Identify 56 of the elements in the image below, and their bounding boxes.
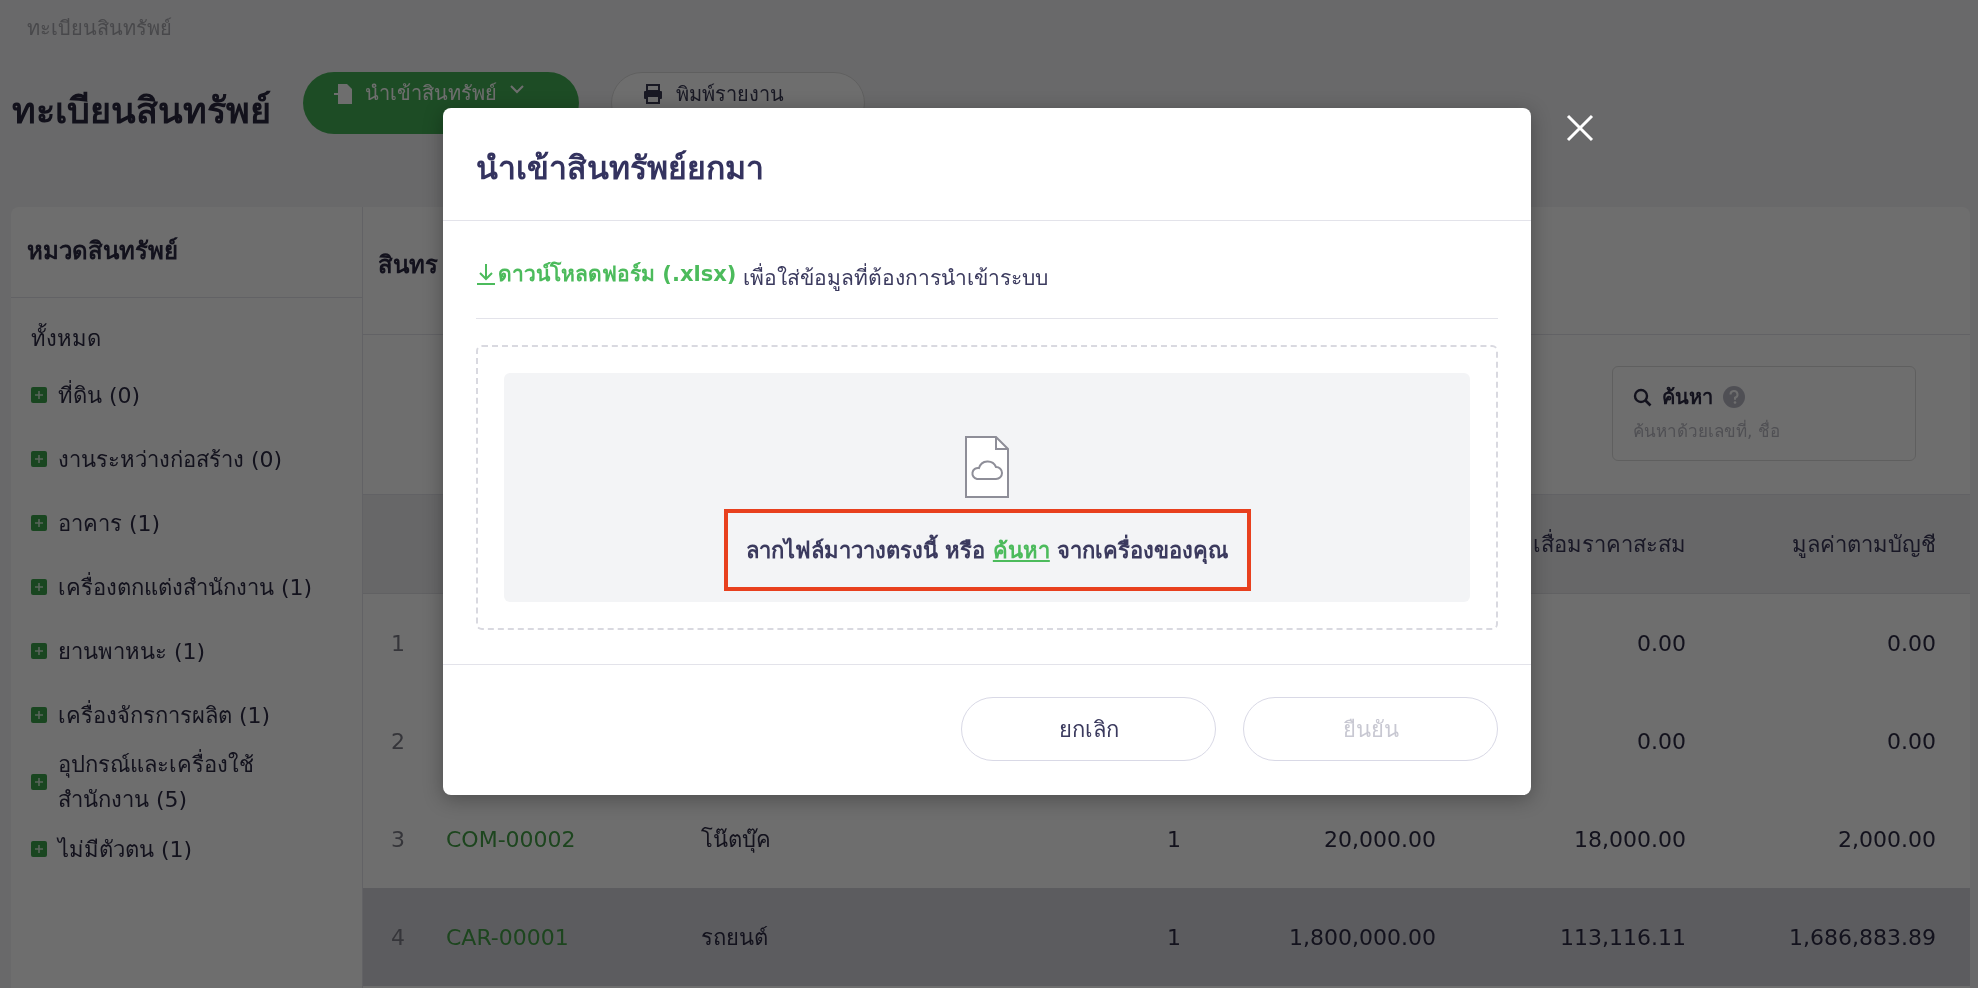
- table-cell: 0.00: [1637, 630, 1686, 656]
- plus-icon: [31, 643, 47, 659]
- help-icon: [1723, 386, 1745, 408]
- category-item[interactable]: เครื่องจักรการผลิต (1): [58, 697, 271, 733]
- plus-icon: [31, 451, 47, 467]
- category-item[interactable]: ยานพาหนะ (1): [58, 633, 206, 669]
- panel-title: หมวดสินทรัพย์: [11, 207, 362, 298]
- dialog-button[interactable]: ยกเลิก: [961, 697, 1216, 761]
- table-cell: 0.00: [1637, 728, 1686, 754]
- category-item[interactable]: ที่ดิน (0): [58, 377, 141, 413]
- category-item[interactable]: เครื่องตกแต่งสำนักงาน (1): [58, 569, 313, 605]
- category-item[interactable]: งานระหว่างก่อสร้าง (0): [58, 441, 283, 477]
- category-item[interactable]: อุปกรณ์และเครื่องใช้ สำนักงาน (5): [58, 747, 348, 817]
- cloud-file-icon: [964, 435, 1010, 499]
- row-number: 3: [391, 826, 405, 852]
- table-cell: 0.00: [1887, 630, 1936, 656]
- plus-icon: [31, 841, 47, 857]
- search-icon: [1633, 387, 1652, 407]
- page-title: ทะเบียนสินทรัพย์: [12, 89, 271, 133]
- close-icon: [1565, 113, 1595, 143]
- table-cell: 1: [1167, 924, 1181, 950]
- plus-icon: [31, 579, 47, 595]
- table-cell: 18,000.00: [1574, 826, 1686, 852]
- search-label: ค้นหา: [1662, 384, 1713, 411]
- drop-zone[interactable]: ลากไฟล์มาวางตรงนี้ หรือ ค้นหา จากเครื่องของคุณ: [476, 345, 1498, 630]
- table-cell: รถยนต์: [701, 924, 768, 950]
- chevron-down-icon: [509, 82, 525, 96]
- row-number: 2: [391, 728, 405, 754]
- table-cell: โน๊ตบุ๊ค: [701, 826, 771, 852]
- asset-code-link[interactable]: COM-00002: [446, 826, 576, 852]
- download-form-link[interactable]: ดาวน์โหลดฟอร์ม (.xlsx): [476, 257, 737, 290]
- plus-icon: [31, 515, 47, 531]
- table-cell: 0.00: [1887, 728, 1936, 754]
- category-item[interactable]: ไม่มีตัวตน (1): [58, 831, 193, 867]
- table-cell: 1: [1167, 826, 1181, 852]
- table-cell: 20,000.00: [1324, 826, 1436, 852]
- plus-icon: [31, 707, 47, 723]
- table-cell: 2,000.00: [1838, 826, 1936, 852]
- table-cell: 1,686,883.89: [1789, 924, 1936, 950]
- drop-instruction: ลากไฟล์มาวางตรงนี้ หรือ ค้นหา จากเครื่องของคุณ: [745, 532, 1229, 568]
- section-title: สินทร: [378, 250, 438, 281]
- table-cell: 113,116.11: [1560, 924, 1686, 950]
- column-header: มูลค่าตามบัญชี: [1792, 531, 1936, 557]
- close-button[interactable]: [1565, 113, 1595, 143]
- row-number: 1: [391, 630, 405, 656]
- plus-icon: [31, 774, 47, 790]
- file-import-icon: [333, 82, 353, 106]
- plus-icon: [31, 387, 47, 403]
- download-instruction: ดาวน์โหลดฟอร์ม (.xlsx) เพื่อใส่ข้อมูลที่ต้องการนำเข้าระบบ: [476, 221, 1498, 319]
- category-item[interactable]: อาคาร (1): [58, 505, 161, 541]
- browse-link[interactable]: ค้นหา: [992, 537, 1050, 563]
- modal-title: นำเข้าสินทรัพย์ยกมา: [443, 108, 1531, 221]
- download-icon: [476, 262, 496, 285]
- printer-icon: [642, 83, 664, 105]
- column-header: เสื่อมราคาสะสม: [1533, 531, 1686, 557]
- table-cell: 1,800,000.00: [1289, 924, 1436, 950]
